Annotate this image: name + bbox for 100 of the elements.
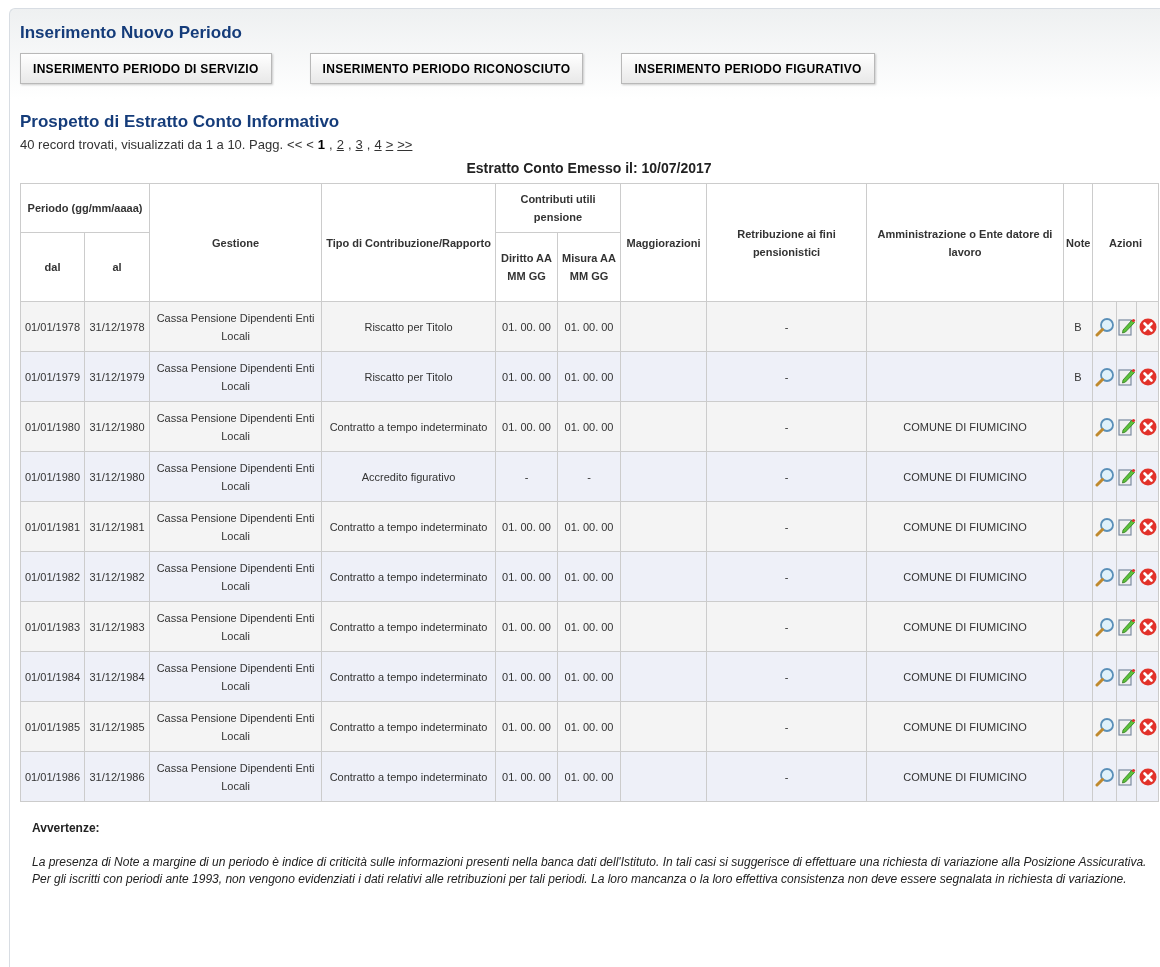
edit-icon[interactable] [1117, 516, 1136, 537]
table-cell: Cassa Pensione Dipendenti Enti Locali [149, 551, 322, 602]
table-cell: - [706, 351, 867, 402]
search-icon[interactable] [1094, 416, 1115, 437]
table-cell: COMUNE DI FIUMICINO [866, 401, 1064, 452]
column-header: dal [20, 232, 85, 302]
search-icon[interactable] [1094, 766, 1115, 787]
table-cell: 01. 00. 00 [557, 551, 621, 602]
edit-icon[interactable] [1117, 716, 1136, 737]
table-cell: Cassa Pensione Dipendenti Enti Locali [149, 301, 322, 352]
table-cell: 31/12/1982 [84, 551, 150, 602]
edit-icon[interactable] [1117, 616, 1136, 637]
table-cell: 01. 00. 00 [557, 401, 621, 452]
table-cell: 01. 00. 00 [495, 701, 558, 752]
current-page: 1 [317, 136, 326, 154]
table-cell: 31/12/1985 [84, 701, 150, 752]
table-cell: 01/01/1982 [20, 551, 85, 602]
table-cell: Contratto a tempo indeterminato [321, 501, 496, 552]
table-cell: COMUNE DI FIUMICINO [866, 601, 1064, 652]
column-header: Diritto AA MM GG [495, 232, 558, 302]
table-title: Prospetto di Estratto Conto Informativo [20, 111, 341, 133]
table-cell: 01. 00. 00 [495, 401, 558, 452]
table-cell: 01. 00. 00 [557, 351, 621, 402]
delete-icon[interactable] [1138, 667, 1157, 686]
table-cell: Cassa Pensione Dipendenti Enti Locali [149, 501, 322, 552]
delete-icon[interactable] [1138, 467, 1157, 486]
edit-icon[interactable] [1117, 316, 1136, 337]
pagination-link[interactable]: > [385, 136, 394, 154]
table-cell: 01. 00. 00 [495, 501, 558, 552]
search-icon[interactable] [1094, 366, 1115, 387]
table-cell: - [495, 451, 558, 502]
pagination-nav: < [306, 136, 314, 154]
table-cell: 31/12/1981 [84, 501, 150, 552]
table-cell: COMUNE DI FIUMICINO [866, 701, 1064, 752]
delete-icon[interactable] [1138, 417, 1157, 436]
insert-button[interactable]: INSERIMENTO PERIODO RICONOSCIUTO [309, 53, 584, 84]
search-icon[interactable] [1094, 516, 1115, 537]
table-cell: 01. 00. 00 [495, 301, 558, 352]
table-cell: Cassa Pensione Dipendenti Enti Locali [149, 651, 322, 702]
table-cell: Riscatto per Titolo [321, 301, 496, 352]
insert-button[interactable]: INSERIMENTO PERIODO FIGURATIVO [621, 53, 875, 84]
page-link[interactable]: 2 [336, 136, 344, 154]
table-cell: 01. 00. 00 [495, 601, 558, 652]
search-icon[interactable] [1094, 316, 1115, 337]
table-cell: Contratto a tempo indeterminato [321, 651, 496, 702]
table-cell: 31/12/1979 [84, 351, 150, 402]
table-cell: 01. 00. 00 [495, 551, 558, 602]
table-cell: - [706, 701, 867, 752]
delete-icon[interactable] [1138, 517, 1157, 536]
edit-icon[interactable] [1117, 766, 1136, 787]
pagination-link[interactable]: >> [397, 136, 413, 154]
table-cell: 01/01/1978 [20, 301, 85, 352]
table-cell: B [1063, 351, 1093, 402]
search-icon[interactable] [1094, 466, 1115, 487]
table-cell: Accredito figurativo [321, 451, 496, 502]
table-cell: COMUNE DI FIUMICINO [866, 501, 1064, 552]
table-cell: Cassa Pensione Dipendenti Enti Locali [149, 401, 322, 452]
table-cell: 01/01/1984 [20, 651, 85, 702]
table-cell: 01/01/1980 [20, 451, 85, 502]
delete-icon[interactable] [1138, 767, 1157, 786]
table-cell: Contratto a tempo indeterminato [321, 751, 496, 802]
search-icon[interactable] [1094, 616, 1115, 637]
table-cell: Contratto a tempo indeterminato [321, 551, 496, 602]
column-header: Note [1063, 183, 1093, 302]
edit-icon[interactable] [1117, 566, 1136, 587]
search-icon[interactable] [1094, 566, 1115, 587]
separator: , [347, 136, 352, 154]
separator: , [329, 136, 333, 154]
delete-icon[interactable] [1138, 617, 1157, 636]
table-cell: Contratto a tempo indeterminato [321, 701, 496, 752]
insert-button[interactable]: INSERIMENTO PERIODO DI SERVIZIO [20, 53, 272, 84]
table-cell: 01. 00. 00 [495, 651, 558, 702]
table-cell: 01. 00. 00 [557, 751, 621, 802]
table-cell: 01. 00. 00 [495, 751, 558, 802]
delete-icon[interactable] [1138, 317, 1157, 336]
table-cell: - [706, 451, 867, 502]
table-cell: Cassa Pensione Dipendenti Enti Locali [149, 601, 322, 652]
page-link[interactable]: 3 [355, 136, 363, 154]
column-header: Amministrazione o Ente datore di lavoro [866, 183, 1064, 302]
column-header: Maggiorazioni [620, 183, 707, 302]
search-icon[interactable] [1094, 666, 1115, 687]
table-cell: B [1063, 301, 1093, 352]
edit-icon[interactable] [1117, 466, 1136, 487]
edit-icon[interactable] [1117, 666, 1136, 687]
table-cell: Cassa Pensione Dipendenti Enti Locali [149, 351, 322, 402]
table-cell: Cassa Pensione Dipendenti Enti Locali [149, 751, 322, 802]
table-cell: Contratto a tempo indeterminato [321, 601, 496, 652]
table-cell: 01. 00. 00 [557, 501, 621, 552]
table-cell: - [557, 451, 621, 502]
delete-icon[interactable] [1138, 567, 1157, 586]
table-cell: 01/01/1986 [20, 751, 85, 802]
search-icon[interactable] [1094, 716, 1115, 737]
column-header: Contributi utili pensione [495, 183, 621, 233]
edit-icon[interactable] [1117, 366, 1136, 387]
table-cell: - [706, 601, 867, 652]
table-cell: 01/01/1985 [20, 701, 85, 752]
edit-icon[interactable] [1117, 416, 1136, 437]
delete-icon[interactable] [1138, 717, 1157, 736]
delete-icon[interactable] [1138, 367, 1157, 386]
page-link[interactable]: 4 [374, 136, 382, 154]
